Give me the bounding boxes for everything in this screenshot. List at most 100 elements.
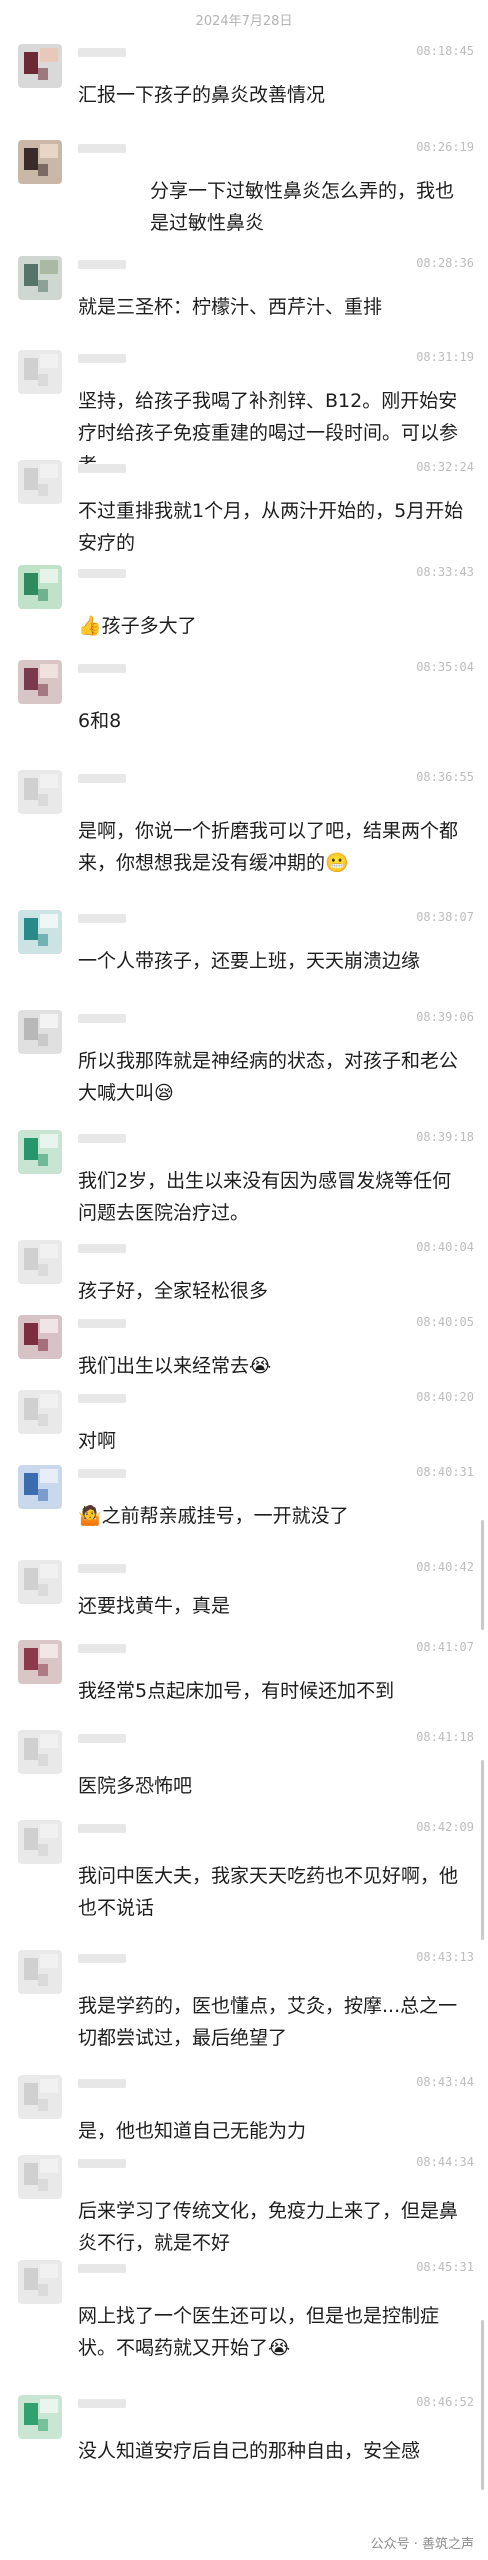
avatar[interactable] bbox=[18, 350, 62, 394]
avatar[interactable] bbox=[18, 1465, 62, 1509]
avatar[interactable] bbox=[18, 1640, 62, 1684]
message-timestamp: 08:41:18 bbox=[416, 1730, 474, 1744]
avatar[interactable] bbox=[18, 1010, 62, 1054]
message-text: 我是学药的，医也懂点，艾灸，按摩...总之一切都尝试过，最后绝望了 bbox=[78, 1995, 458, 2049]
message-text: 汇报一下孩子的鼻炎改善情况 bbox=[78, 84, 326, 106]
date-separator: 2024年7月28日 bbox=[195, 14, 293, 29]
avatar[interactable] bbox=[18, 1315, 62, 1359]
sender-name-redacted bbox=[78, 1014, 126, 1023]
avatar[interactable] bbox=[18, 140, 62, 184]
avatar[interactable] bbox=[18, 2155, 62, 2199]
avatar[interactable] bbox=[18, 660, 62, 704]
message-timestamp: 08:28:36 bbox=[416, 256, 474, 270]
avatar[interactable] bbox=[18, 1950, 62, 1994]
sender-name-redacted bbox=[78, 1469, 126, 1478]
sender-name-redacted bbox=[78, 664, 126, 673]
message-timestamp: 08:40:31 bbox=[416, 1465, 474, 1479]
message-timestamp: 08:41:07 bbox=[416, 1640, 474, 1654]
message-timestamp: 08:46:52 bbox=[416, 2395, 474, 2409]
sender-name-redacted bbox=[78, 569, 126, 578]
message-timestamp: 08:40:20 bbox=[416, 1390, 474, 1404]
message-text: 医院多恐怖吧 bbox=[78, 1775, 193, 1797]
sender-name-redacted bbox=[78, 1564, 126, 1573]
scrollbar-segment[interactable] bbox=[481, 2320, 484, 2490]
sender-name-redacted bbox=[78, 2079, 126, 2088]
sender-name-redacted bbox=[78, 2399, 126, 2408]
message-text: 一个人带孩子，还要上班，天天崩溃边缘 bbox=[78, 950, 421, 972]
sender-name-redacted bbox=[78, 774, 126, 783]
sender-name-redacted bbox=[78, 48, 126, 57]
message-timestamp: 08:40:04 bbox=[416, 1240, 474, 1254]
sender-name-redacted bbox=[78, 2159, 126, 2168]
sender-name-redacted bbox=[78, 260, 126, 269]
message-timestamp: 08:35:04 bbox=[416, 660, 474, 674]
message-timestamp: 08:40:05 bbox=[416, 1315, 474, 1329]
avatar[interactable] bbox=[18, 1820, 62, 1864]
message-timestamp: 08:40:42 bbox=[416, 1560, 474, 1574]
watermark: 公众号 · 善筑之声 bbox=[370, 2537, 474, 2552]
sender-name-redacted bbox=[78, 1134, 126, 1143]
message-text: 是，他也知道自己无能为力 bbox=[78, 2120, 307, 2142]
message-timestamp: 08:45:31 bbox=[416, 2260, 474, 2274]
sender-name-redacted bbox=[78, 1319, 126, 1328]
message-text: 孩子好，全家轻松很多 bbox=[78, 1280, 269, 1302]
sender-name-redacted bbox=[78, 1954, 126, 1963]
message-text: 我问中医大夫，我家天天吃药也不见好啊，他也不说话 bbox=[78, 1865, 459, 1919]
message-text: 坚持，给孩子我喝了补剂锌、B12。刚开始安疗时给孩子免疫重建的喝过一段时间。可以… bbox=[78, 390, 459, 476]
message-text: 👍孩子多大了 bbox=[78, 615, 197, 637]
avatar[interactable] bbox=[18, 2260, 62, 2304]
message-text: 是啊，你说一个折磨我可以了吧，结果两个都来，你想想我是没有缓冲期的😬 bbox=[78, 820, 459, 874]
message-text: 6和8 bbox=[78, 710, 122, 732]
avatar[interactable] bbox=[18, 2075, 62, 2119]
message-text: 就是三圣杯：柠檬汁、西芹汁、重排 bbox=[78, 296, 383, 318]
scrollbar-segment[interactable] bbox=[481, 1760, 484, 1940]
message-text: 我经常5点起床加号，有时候还加不到 bbox=[78, 1680, 395, 1702]
sender-name-redacted bbox=[78, 2264, 126, 2273]
message-timestamp: 08:39:18 bbox=[416, 1130, 474, 1144]
message-text: 对啊 bbox=[78, 1430, 117, 1452]
message-text: 我们出生以来经常去😭 bbox=[78, 1355, 272, 1377]
sender-name-redacted bbox=[78, 1244, 126, 1253]
message-timestamp: 08:31:19 bbox=[416, 350, 474, 364]
avatar[interactable] bbox=[18, 910, 62, 954]
sender-name-redacted bbox=[78, 914, 126, 923]
message-text: 不过重排我就1个月，从两汁开始的，5月开始安疗的 bbox=[78, 500, 464, 554]
message-timestamp: 08:32:24 bbox=[416, 460, 474, 474]
avatar[interactable] bbox=[18, 256, 62, 300]
message-timestamp: 08:43:13 bbox=[416, 1950, 474, 1964]
message-timestamp: 08:43:44 bbox=[416, 2075, 474, 2089]
sender-name-redacted bbox=[78, 464, 126, 473]
avatar[interactable] bbox=[18, 1240, 62, 1284]
message-timestamp: 08:39:06 bbox=[416, 1010, 474, 1024]
message-timestamp: 08:44:34 bbox=[416, 2155, 474, 2169]
sender-name-redacted bbox=[78, 1644, 126, 1653]
avatar[interactable] bbox=[18, 565, 62, 609]
avatar[interactable] bbox=[18, 1730, 62, 1774]
scrollbar[interactable] bbox=[481, 1520, 484, 1630]
chat-history[interactable]: 2024年7月28日 08:18:45 汇报一下孩子的鼻炎改善情况 08:26:19… bbox=[0, 0, 488, 2560]
avatar[interactable] bbox=[18, 1560, 62, 1604]
message-text: 我们2岁，出生以来没有因为感冒发烧等任何问题去医院治疗过。 bbox=[78, 1170, 452, 1224]
message-timestamp: 08:26:19 bbox=[416, 140, 474, 154]
avatar[interactable] bbox=[18, 2395, 62, 2439]
avatar[interactable] bbox=[18, 1390, 62, 1434]
message-timestamp: 08:36:55 bbox=[416, 770, 474, 784]
message-timestamp: 08:42:09 bbox=[416, 1820, 474, 1834]
message-timestamp: 08:18:45 bbox=[416, 44, 474, 58]
message-text: 🤷之前帮亲戚挂号，一开就没了 bbox=[78, 1505, 349, 1527]
message-timestamp: 08:33:43 bbox=[416, 565, 474, 579]
message-text: 没人知道安疗后自己的那种自由，安全感 bbox=[78, 2440, 421, 2462]
sender-name-redacted bbox=[78, 1394, 126, 1403]
sender-name-redacted bbox=[78, 354, 126, 363]
message-text: 分享一下过敏性鼻炎怎么弄的，我也是过敏性鼻炎 bbox=[150, 180, 455, 234]
message-text: 后来学习了传统文化，免疫力上来了，但是鼻炎不行，就是不好 bbox=[78, 2200, 459, 2254]
avatar[interactable] bbox=[18, 1130, 62, 1174]
message-text: 还要找黄牛，真是 bbox=[78, 1595, 231, 1617]
message-text: 网上找了一个医生还可以，但是也是控制症状。不喝药就又开始了😭 bbox=[78, 2305, 440, 2359]
avatar[interactable] bbox=[18, 460, 62, 504]
avatar[interactable] bbox=[18, 44, 62, 88]
sender-name-redacted bbox=[78, 1824, 126, 1833]
avatar[interactable] bbox=[18, 770, 62, 814]
sender-name-redacted bbox=[78, 144, 126, 153]
sender-name-redacted bbox=[78, 1734, 126, 1743]
